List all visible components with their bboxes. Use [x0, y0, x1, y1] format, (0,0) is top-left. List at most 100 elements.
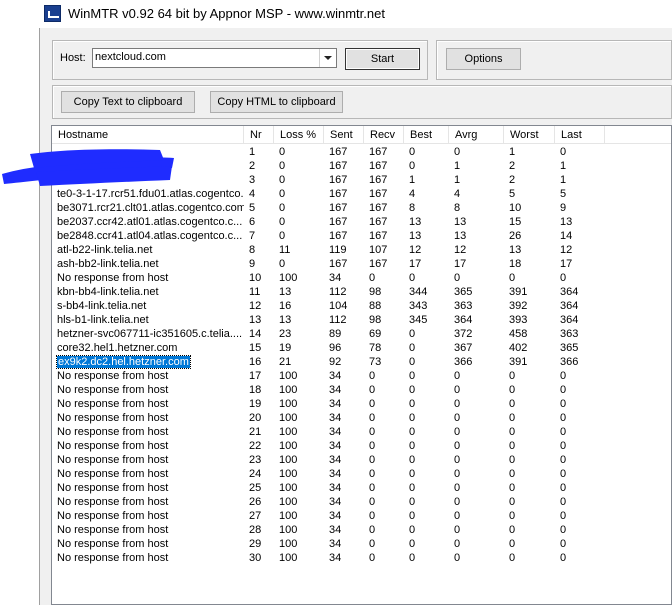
table-row[interactable]: 3 0 167 167 1 1 2 1	[52, 173, 671, 187]
cell-sent: 104	[329, 300, 348, 312]
table-row[interactable]: ex9k2.dc2.hel.hetzner.com 16 21 92 73 0 366 391…	[52, 355, 671, 369]
cell-recv: 98	[369, 314, 382, 326]
table-row[interactable]: hls-b1-link.telia.net 13 13 112 98 345 364 393 3…	[52, 313, 671, 327]
cell-sent: 34	[329, 496, 342, 508]
column-header-recv[interactable]: Recv	[364, 126, 404, 144]
cell-loss: 0	[279, 188, 286, 200]
cell-nr: 3	[249, 174, 256, 186]
cell-recv: 0	[369, 440, 376, 452]
cell-worst: 0	[509, 538, 516, 550]
table-row[interactable]: No response from host 20 100 34 0 0 0 0 0	[52, 411, 671, 425]
cell-last: 14	[560, 230, 573, 242]
table-row[interactable]: 1 0 167 167 0 0 1 0	[52, 145, 671, 159]
table-row[interactable]: hetzner-svc067711-ic351605.c.telia.... 14…	[52, 327, 671, 341]
cell-last: 363	[560, 328, 579, 340]
copy-html-button[interactable]: Copy HTML to clipboard	[210, 91, 343, 113]
hostname-text: hls-b1-link.telia.net	[57, 314, 149, 326]
cell-last: 0	[560, 468, 567, 480]
column-header-hostname[interactable]: Hostname	[52, 126, 244, 144]
table-row[interactable]: kbn-bb4-link.telia.net 11 13 112 98 344 365 391…	[52, 285, 671, 299]
table-row[interactable]: No response from host 25 100 34 0 0 0 0 0	[52, 481, 671, 495]
title-bar: WinMTR v0.92 64 bit by Appnor MSP - www.…	[0, 0, 672, 28]
table-row[interactable]: 2 0 167 167 0 1 2 1	[52, 159, 671, 173]
cell-loss: 100	[279, 482, 298, 494]
cell-avrg: 0	[454, 524, 461, 536]
start-button[interactable]: Start	[345, 48, 420, 70]
cell-sent: 167	[329, 258, 348, 270]
cell-hostname: No response from host	[52, 439, 244, 453]
cell-hostname: be2037.ccr42.atl01.atlas.cogentco.c...	[52, 215, 244, 229]
table-row[interactable]: atl-b22-link.telia.net 8 11 119 107 12 12 13 12	[52, 243, 671, 257]
table-row[interactable]: No response from host 22 100 34 0 0 0 0 0	[52, 439, 671, 453]
cell-recv: 167	[369, 146, 388, 158]
table-row[interactable]: be2848.ccr41.atl04.atlas.cogentco.c... 7 0…	[52, 229, 671, 243]
column-header-loss[interactable]: Loss %	[274, 126, 324, 144]
host-combobox[interactable]: nextcloud.com	[92, 48, 337, 68]
cell-best: 0	[409, 468, 416, 480]
table-row[interactable]: No response from host 19 100 34 0 0 0 0 0	[52, 397, 671, 411]
cell-avrg: 0	[454, 412, 461, 424]
cell-sent: 112	[329, 314, 347, 326]
cell-worst: 0	[509, 552, 516, 564]
cell-nr: 27	[249, 510, 262, 522]
cell-best: 8	[409, 202, 416, 214]
column-header-nr[interactable]: Nr	[244, 126, 274, 144]
cell-worst: 0	[509, 398, 516, 410]
chevron-down-icon[interactable]	[319, 49, 336, 67]
cell-worst: 392	[509, 300, 528, 312]
hostname-text: No response from host	[57, 398, 169, 410]
cell-hostname: be2848.ccr41.atl04.atlas.cogentco.c...	[52, 229, 244, 243]
table-row[interactable]: No response from host 10 100 34 0 0 0 0 0	[52, 271, 671, 285]
copy-text-button[interactable]: Copy Text to clipboard	[61, 91, 195, 113]
cell-nr: 16	[249, 356, 262, 368]
hostname-text: No response from host	[57, 482, 169, 494]
table-row[interactable]: No response from host 28 100 34 0 0 0 0 0	[52, 523, 671, 537]
table-row[interactable]: No response from host 26 100 34 0 0 0 0 0	[52, 495, 671, 509]
table-row[interactable]: core32.hel1.hetzner.com 15 19 96 78 0 367 402 36…	[52, 341, 671, 355]
cell-sent: 34	[329, 412, 342, 424]
cell-best: 0	[409, 524, 416, 536]
cell-worst: 391	[509, 356, 528, 368]
column-header-best[interactable]: Best	[404, 126, 449, 144]
column-header-avrg[interactable]: Avrg	[449, 126, 504, 144]
table-row[interactable]: be2037.ccr42.atl01.atlas.cogentco.c... 6 0…	[52, 215, 671, 229]
table-row[interactable]: No response from host 27 100 34 0 0 0 0 0	[52, 509, 671, 523]
cell-worst: 0	[509, 468, 516, 480]
cell-nr: 25	[249, 482, 262, 494]
column-header-sent[interactable]: Sent	[324, 126, 364, 144]
results-listview[interactable]: Hostname Nr Loss % Sent Recv Best Avrg Worst Las…	[51, 125, 672, 605]
table-row[interactable]: ash-bb2-link.telia.net 9 0 167 167 17 17 18 17	[52, 257, 671, 271]
table-row[interactable]: No response from host 23 100 34 0 0 0 0 0	[52, 453, 671, 467]
cell-avrg: 0	[454, 370, 461, 382]
table-row[interactable]: No response from host 24 100 34 0 0 0 0 0	[52, 467, 671, 481]
table-row[interactable]: No response from host 18 100 34 0 0 0 0 0	[52, 383, 671, 397]
cell-recv: 98	[369, 286, 382, 298]
cell-loss: 16	[279, 300, 292, 312]
cell-hostname	[52, 159, 244, 173]
cell-worst: 0	[509, 510, 516, 522]
cell-avrg: 363	[454, 300, 473, 312]
table-row[interactable]: No response from host 17 100 34 0 0 0 0 0	[52, 369, 671, 383]
table-row[interactable]: te0-3-1-17.rcr51.fdu01.atlas.cogentco...…	[52, 187, 671, 201]
cell-loss: 100	[279, 426, 298, 438]
table-row[interactable]: s-bb4-link.telia.net 12 16 104 88 343 363 392 36…	[52, 299, 671, 313]
table-row[interactable]: No response from host 21 100 34 0 0 0 0 0	[52, 425, 671, 439]
cell-best: 12	[409, 244, 422, 256]
cell-nr: 1	[249, 146, 256, 158]
cell-last: 17	[560, 258, 573, 270]
cell-best: 1	[409, 174, 416, 186]
column-header-last[interactable]: Last	[555, 126, 605, 144]
cell-nr: 14	[249, 328, 262, 340]
table-row[interactable]: be3071.rcr21.clt01.atlas.cogentco.com 5 0 1…	[52, 201, 671, 215]
cell-hostname: ex9k2.dc2.hel.hetzner.com	[52, 355, 244, 369]
cell-last: 0	[560, 454, 567, 466]
hostname-text: be3071.rcr21.clt01.atlas.cogentco.com	[57, 202, 244, 214]
cell-sent: 167	[329, 216, 348, 228]
table-row[interactable]: No response from host 29 100 34 0 0 0 0 0	[52, 537, 671, 551]
host-input[interactable]: nextcloud.com	[95, 51, 166, 63]
options-button[interactable]: Options	[446, 48, 521, 70]
cell-loss: 23	[279, 328, 292, 340]
table-row[interactable]: No response from host 30 100 34 0 0 0 0 0	[52, 551, 671, 565]
column-header-worst[interactable]: Worst	[504, 126, 555, 144]
cell-last: 364	[560, 314, 579, 326]
